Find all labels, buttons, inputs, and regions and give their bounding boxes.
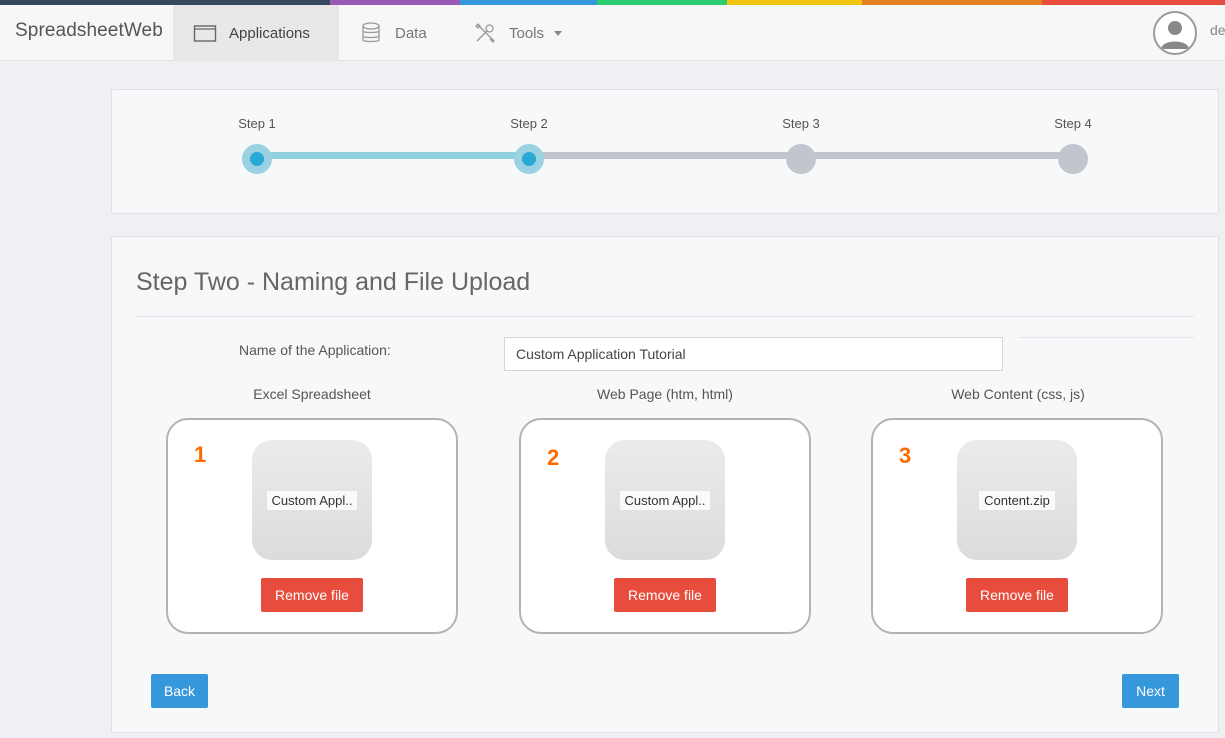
upload-label-webpage: Web Page (htm, html): [597, 386, 733, 402]
step-4-indicator[interactable]: [1058, 144, 1088, 174]
step-3-indicator[interactable]: [786, 144, 816, 174]
page-title: Step Two - Naming and File Upload: [136, 268, 531, 296]
nav-applications[interactable]: Applications: [173, 5, 339, 61]
dropzone-webcontent[interactable]: 3 Content.zip Remove file: [871, 418, 1163, 634]
nav-applications-label: Applications: [229, 24, 310, 42]
nav-data-label: Data: [395, 24, 427, 42]
file-name: Custom Appl..: [619, 490, 711, 510]
remove-file-button[interactable]: Remove file: [261, 578, 363, 612]
step-3-label: Step 3: [782, 116, 820, 131]
app-name-label: Name of the Application:: [239, 342, 391, 358]
nav-data[interactable]: Data: [339, 5, 459, 61]
file-thumbnail: Custom Appl..: [605, 440, 725, 560]
nav-tools-label: Tools: [509, 24, 545, 42]
top-navbar: SpreadsheetWeb Applications Data Tools d…: [0, 5, 1225, 61]
field-divider: [1018, 337, 1194, 338]
dropzone-number: 1: [194, 442, 207, 467]
user-name[interactable]: de: [1210, 22, 1225, 38]
step-1-indicator[interactable]: [242, 144, 272, 174]
chevron-down-icon: [554, 30, 563, 36]
tools-icon: [473, 21, 497, 45]
upload-label-excel: Excel Spreadsheet: [253, 386, 371, 402]
user-avatar-icon[interactable]: [1153, 11, 1197, 55]
step-2-label: Step 2: [510, 116, 548, 131]
step-2-indicator[interactable]: [514, 144, 544, 174]
title-divider: [136, 316, 1194, 317]
app-name-input[interactable]: [504, 337, 1003, 371]
dropzone-excel[interactable]: 1 Custom Appl.. Remove file: [166, 418, 458, 634]
folder-icon: [193, 21, 217, 45]
step-1-label: Step 1: [238, 116, 276, 131]
remove-file-button[interactable]: Remove file: [966, 578, 1068, 612]
step-4-label: Step 4: [1054, 116, 1092, 131]
next-button[interactable]: Next: [1122, 674, 1179, 708]
file-thumbnail: Custom Appl..: [252, 440, 372, 560]
file-thumbnail: Content.zip: [957, 440, 1077, 560]
step-track-complete: [257, 152, 529, 159]
file-name: Custom Appl..: [266, 490, 358, 510]
dropzone-number: 3: [899, 443, 912, 468]
database-icon: [359, 21, 383, 45]
file-name: Content.zip: [979, 490, 1055, 510]
back-button[interactable]: Back: [151, 674, 208, 708]
dropzone-number: 2: [547, 445, 560, 470]
upload-label-webcontent: Web Content (css, js): [951, 386, 1085, 402]
brand-logo[interactable]: SpreadsheetWeb: [15, 20, 163, 42]
dropzone-webpage[interactable]: 2 Custom Appl.. Remove file: [519, 418, 811, 634]
nav-tools[interactable]: Tools: [459, 5, 589, 61]
remove-file-button[interactable]: Remove file: [614, 578, 716, 612]
